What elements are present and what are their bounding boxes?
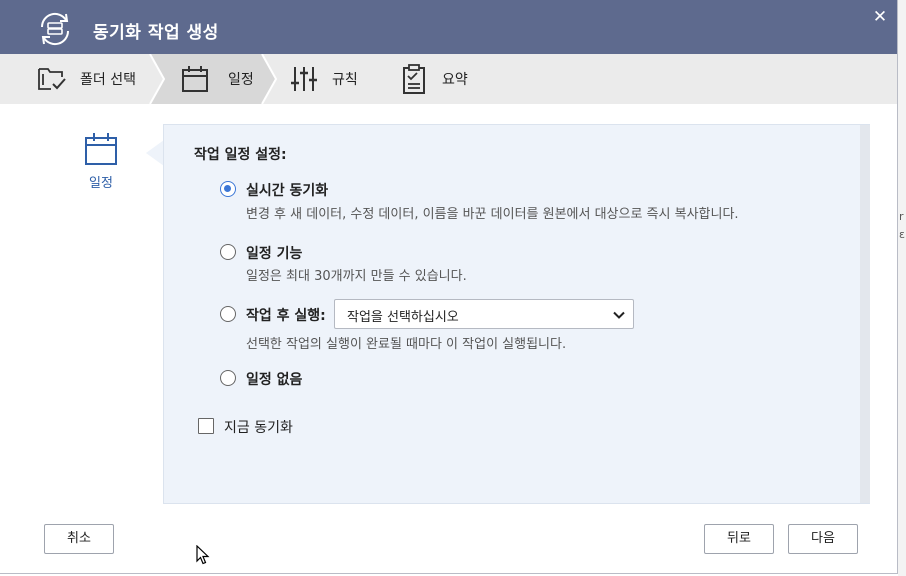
option-label-run-after-job: 작업 후 실행: (246, 308, 326, 324)
option-desc-schedule-function: 일정은 최대 30개까지 만들 수 있습니다. (246, 269, 467, 284)
back-button[interactable]: 뒤로 (704, 524, 774, 554)
step-label: 요약 (442, 72, 468, 88)
step-label: 규칙 (332, 72, 358, 88)
radio-schedule-function[interactable] (220, 244, 236, 260)
wizard-steps: 폴더 선택 일정 규칙 요약 (0, 54, 897, 104)
background-window-glyph: r (899, 210, 904, 223)
job-select-dropdown[interactable]: 작업을 선택하십시오 (334, 299, 634, 329)
job-select-value: 작업을 선택하십시오 (347, 310, 459, 325)
dialog-title: 동기화 작업 생성 (93, 23, 219, 43)
option-label-realtime-sync: 실시간 동기화 (246, 183, 329, 199)
sliders-icon (291, 67, 317, 91)
radio-no-schedule[interactable] (220, 370, 236, 386)
step-schedule[interactable]: 일정 (180, 54, 254, 104)
radio-run-after-job[interactable] (220, 306, 236, 322)
background-window-edge (898, 0, 906, 576)
clipboard-check-icon (403, 64, 425, 94)
create-sync-job-dialog: 동기화 작업 생성 ✕ 폴더 선택 일정 규칙 요약 일정 작업 일정 설정: … (0, 0, 898, 574)
folder-check-icon (38, 68, 66, 90)
next-button[interactable]: 다음 (788, 524, 858, 554)
step-summary[interactable]: 요약 (400, 54, 468, 104)
panel-scrollbar[interactable] (860, 125, 870, 503)
calendar-icon (85, 133, 117, 165)
radio-realtime-sync[interactable] (220, 181, 236, 197)
side-step-label: 일정 (89, 176, 113, 191)
chevron-down-icon (613, 311, 625, 319)
title-bar: 동기화 작업 생성 ✕ (0, 0, 897, 54)
option-desc-run-after-job: 선택한 작업의 실행이 완료될 때마다 이 작업이 실행됩니다. (246, 337, 567, 352)
sync-icon (40, 12, 70, 46)
option-desc-realtime-sync: 변경 후 새 데이터, 수정 데이터, 이름을 바꾼 데이터를 원본에서 대상으… (246, 207, 739, 222)
step-label: 폴더 선택 (80, 72, 136, 88)
background-window-glyph: ε (899, 228, 905, 241)
step-folder-select[interactable]: 폴더 선택 (36, 54, 136, 104)
section-title: 작업 일정 설정: (194, 147, 287, 163)
option-label-no-schedule: 일정 없음 (246, 372, 303, 388)
step-label: 일정 (228, 72, 254, 88)
close-button[interactable]: ✕ (868, 6, 892, 28)
sync-now-checkbox[interactable] (198, 418, 214, 434)
calendar-icon (182, 66, 208, 92)
mouse-cursor-icon (196, 545, 210, 565)
step-rules[interactable]: 규칙 (290, 54, 358, 104)
option-label-schedule-function: 일정 기능 (246, 246, 303, 262)
panel-pointer (146, 140, 164, 166)
sync-now-label[interactable]: 지금 동기화 (224, 417, 293, 437)
cancel-button[interactable]: 취소 (44, 524, 114, 554)
